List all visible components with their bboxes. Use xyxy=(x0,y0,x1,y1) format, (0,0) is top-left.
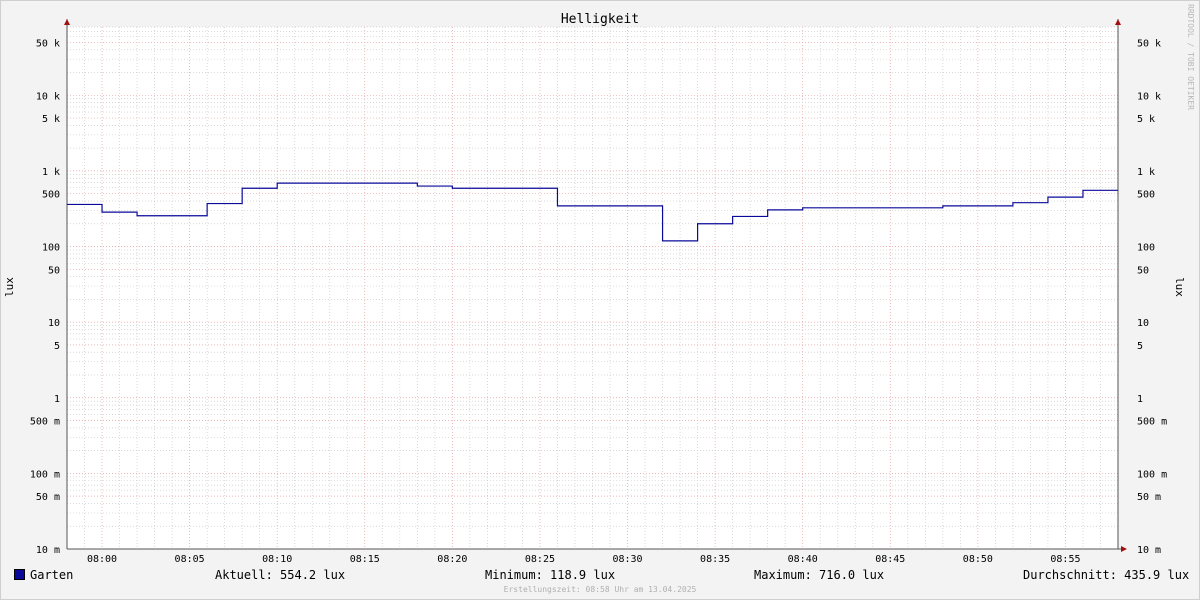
y-tick-label-right: 100 xyxy=(1137,243,1155,254)
legend-minimum: Minimum: 118.9 lux xyxy=(485,568,616,582)
y-tick-label-right: 100 m xyxy=(1137,469,1167,480)
y-tick-label-right: 500 m xyxy=(1137,417,1167,428)
x-tick-label: 08:30 xyxy=(612,554,642,565)
y-tick-label-left: 500 m xyxy=(30,417,60,428)
y-tick-label-left: 50 k xyxy=(36,38,60,49)
y-tick-label-right: 10 xyxy=(1137,318,1149,329)
x-tick-label: 08:40 xyxy=(788,554,818,565)
y-tick-label-left: 50 m xyxy=(36,492,60,503)
y-tick-label-right: 5 k xyxy=(1137,114,1155,125)
x-axis-arrow xyxy=(1121,546,1127,552)
legend-current: Aktuell: 554.2 lux xyxy=(215,568,346,582)
y-tick-label-right: 10 m xyxy=(1137,545,1161,556)
y-axis-label-left: lux xyxy=(3,277,16,297)
x-tick-label: 08:00 xyxy=(87,554,117,565)
y-tick-label-right: 50 xyxy=(1137,265,1149,276)
y-axis-label-right: lux xyxy=(1173,277,1186,297)
x-tick-label: 08:20 xyxy=(437,554,467,565)
x-tick-label: 08:05 xyxy=(175,554,205,565)
y-tick-label-right: 10 k xyxy=(1137,91,1161,102)
x-tick-label: 08:45 xyxy=(875,554,905,565)
y-axis-arrow-right xyxy=(1115,19,1121,25)
y-tick-label-right: 50 k xyxy=(1137,38,1161,49)
y-tick-label-right: 1 xyxy=(1137,394,1143,405)
watermark: RRDTOOL / TOBI OETIKER xyxy=(1186,4,1195,110)
x-tick-label: 08:15 xyxy=(350,554,380,565)
x-tick-label: 08:25 xyxy=(525,554,555,565)
y-tick-label-right: 1 k xyxy=(1137,167,1155,178)
y-axis-arrow-left xyxy=(64,19,70,25)
x-tick-label: 08:10 xyxy=(262,554,292,565)
footer-timestamp: Erstellungszeit: 08:58 Uhr am 13.04.2025 xyxy=(503,585,697,594)
legend-swatch xyxy=(14,569,25,580)
y-tick-label-left: 1 xyxy=(54,394,60,405)
y-tick-label-right: 500 xyxy=(1137,190,1155,201)
y-tick-label-left: 1 k xyxy=(42,167,60,178)
chart-title: Helligkeit xyxy=(561,12,639,27)
x-tick-label: 08:50 xyxy=(963,554,993,565)
y-tick-label-left: 100 xyxy=(42,243,60,254)
y-tick-label-left: 5 xyxy=(54,341,60,352)
legend-average: Durchschnitt: 435.9 lux xyxy=(1023,568,1190,582)
y-tick-label-right: 50 m xyxy=(1137,492,1161,503)
y-tick-label-left: 5 k xyxy=(42,114,60,125)
x-tick-label: 08:55 xyxy=(1050,554,1080,565)
y-tick-label-left: 10 xyxy=(48,318,60,329)
y-tick-label-left: 500 xyxy=(42,190,60,201)
chart-svg: 50 k 50 k10 k 10 k5 k5 k1 k1 k500 500100 100… xyxy=(3,4,1195,565)
legend-maximum: Maximum: 716.0 lux xyxy=(754,568,885,582)
grid xyxy=(66,26,1119,550)
y-tick-label-left: 10 m xyxy=(36,545,60,556)
x-tick-label: 08:35 xyxy=(700,554,730,565)
y-tick-label-right: 5 xyxy=(1137,341,1143,352)
y-tick-label-left: 50 xyxy=(48,265,60,276)
y-tick-label-left: 100 m xyxy=(30,469,60,480)
legend-series-name: Garten xyxy=(30,568,74,582)
y-tick-label-left: 10 k xyxy=(36,91,60,102)
